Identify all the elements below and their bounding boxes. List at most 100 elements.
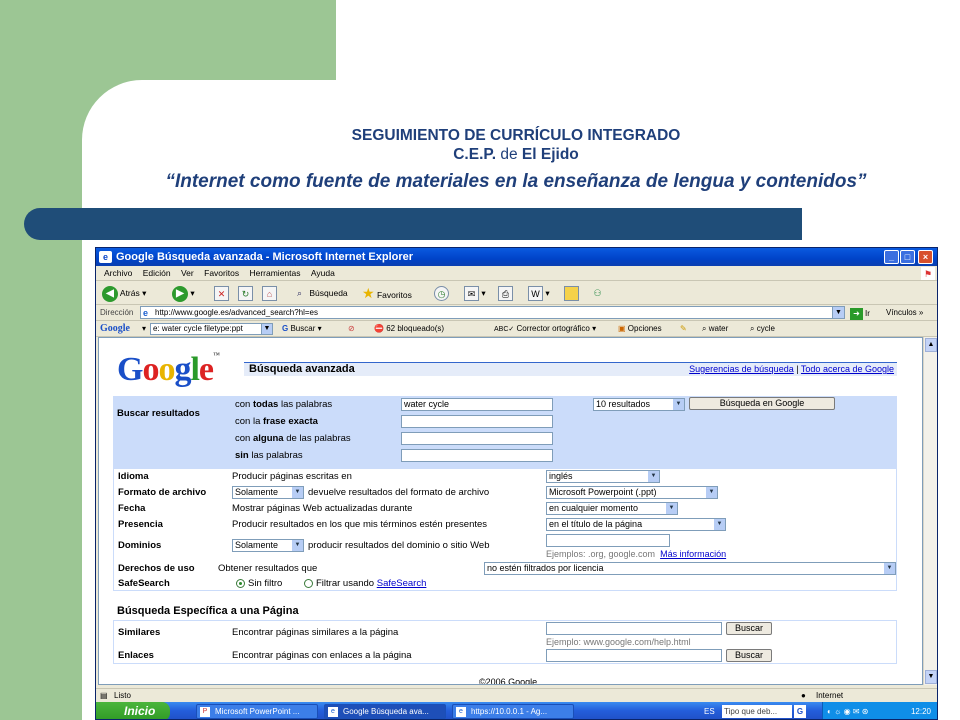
links-button[interactable]: Vínculos » <box>886 305 923 321</box>
links-input[interactable] <box>546 649 722 662</box>
occurrences-select[interactable]: en el título de la página ▼ <box>546 518 726 531</box>
system-tray: ◐ ☼ ◉ ✉ ⊛ 12:20 <box>822 702 937 719</box>
google-toolbar-search-button[interactable]: G Buscar ▾ <box>282 321 322 337</box>
zone-globe-icon: ● <box>801 691 806 700</box>
domain-input[interactable] <box>546 534 670 547</box>
file-format-select[interactable]: Microsoft Powerpoint (.ppt) ▼ <box>546 486 718 499</box>
tray-icon[interactable]: ◐ ☼ ◉ ✉ ⊛ <box>827 702 868 719</box>
options-button[interactable]: ▣ Opciones <box>618 321 662 337</box>
language-label: Idioma <box>118 471 149 482</box>
menu-ver[interactable]: Ver <box>181 268 194 278</box>
safesearch-link[interactable]: SafeSearch <box>377 578 427 589</box>
highlighter-icon[interactable]: ✎ <box>680 321 687 337</box>
date-select[interactable]: en cualquier momento ▼ <box>546 502 678 515</box>
google-toolbar-search-input[interactable]: e: water cycle filetype:ppt <box>150 323 272 335</box>
messenger-button[interactable]: ⚇ <box>590 284 605 302</box>
any-words-input[interactable] <box>401 432 553 445</box>
history-icon: ◷ <box>434 286 449 302</box>
minimize-button[interactable]: _ <box>884 250 899 264</box>
back-button[interactable]: ◀ Atrás ▾ <box>102 284 146 302</box>
chevron-down-icon: ▼ <box>714 519 725 530</box>
page-status-icon: ▤ <box>100 691 108 700</box>
maximize-button[interactable]: □ <box>900 250 915 264</box>
print-button[interactable]: ⎙ <box>498 284 513 302</box>
menu-herramientas[interactable]: Herramientas <box>249 268 300 278</box>
task-https[interactable]: e https://10.0.0.1 - Ag... <box>452 704 574 719</box>
menu-favoritos[interactable]: Favoritos <box>204 268 239 278</box>
language-indicator[interactable]: ES <box>704 702 715 719</box>
usage-rights-label: Derechos de uso <box>118 563 195 574</box>
without-words-input[interactable] <box>401 449 553 462</box>
without-words-label: sin las palabras <box>235 450 303 461</box>
google-g-icon[interactable]: G <box>794 705 806 718</box>
home-icon: ⌂ <box>262 286 277 302</box>
safesearch-off-option[interactable]: Sin filtro <box>236 578 282 590</box>
google-toolbar: Google ▾ e: water cycle filetype:ppt ▼ G… <box>96 321 937 338</box>
address-label: Dirección <box>100 308 134 317</box>
page-specific-box: Similares Encontrar páginas similares a … <box>113 620 897 664</box>
window-titlebar[interactable]: e Google Búsqueda avanzada - Microsoft I… <box>96 248 937 266</box>
domain-mode-select[interactable]: Solamente ▼ <box>232 539 304 552</box>
language-select[interactable]: inglés ▼ <box>546 470 660 483</box>
word-icon: W <box>528 286 543 302</box>
close-button[interactable]: × <box>918 250 933 264</box>
term-water-button[interactable]: ⌕ water <box>702 321 728 337</box>
search-tips-link[interactable]: Sugerencias de búsqueda <box>689 364 794 374</box>
slide-title-line2: C.E.P. de El Ejido <box>453 146 579 163</box>
google-toolbar-dropdown-chevron-icon[interactable]: ▼ <box>261 323 273 335</box>
menu-edicion[interactable]: Edición <box>143 268 171 278</box>
file-format-mode-select[interactable]: Solamente ▼ <box>232 486 304 499</box>
google-g-icon: G <box>282 324 289 333</box>
history-button[interactable]: ◷ <box>434 284 449 302</box>
scroll-down-icon[interactable]: ▼ <box>925 670 937 684</box>
go-button[interactable]: ➜ Ir <box>850 306 880 322</box>
address-dropdown-chevron-icon[interactable]: ▼ <box>832 306 845 319</box>
clock: 12:20 <box>910 707 931 716</box>
folder-button[interactable] <box>564 284 579 302</box>
scroll-up-icon[interactable]: ▲ <box>925 338 937 352</box>
file-format-text: devuelve resultados del formato de archi… <box>308 487 490 498</box>
more-info-link[interactable]: Más información <box>660 549 726 559</box>
abc-check-icon: ABC✓ <box>494 326 515 333</box>
header-links: Sugerencias de búsqueda | Todo acerca de… <box>689 364 894 374</box>
google-search-button[interactable]: Búsqueda en Google <box>689 397 835 410</box>
menu-archivo[interactable]: Archivo <box>104 268 132 278</box>
address-input[interactable]: e http://www.google.es/advanced_search?h… <box>140 306 834 319</box>
task-powerpoint[interactable]: P Microsoft PowerPoint ... <box>196 704 318 719</box>
exact-phrase-label: con la frase exacta <box>235 416 318 427</box>
all-words-input[interactable]: water cycle <box>401 398 553 411</box>
google-toolbar-logo[interactable]: Google <box>100 321 130 337</box>
usage-rights-select[interactable]: no estén filtrados por licencia ▼ <box>484 562 896 575</box>
spellcheck-button[interactable]: ABC✓ Corrector ortográfico ▾ <box>494 321 596 338</box>
task-google-search[interactable]: e Google Búsqueda ava... <box>324 704 446 719</box>
taskbar-search-input[interactable]: Tipo que deb... <box>722 705 792 718</box>
google-toolbar-menu-icon[interactable]: ▾ <box>142 321 146 337</box>
chevron-down-icon: ▼ <box>706 487 717 498</box>
similar-input[interactable] <box>546 622 722 635</box>
edit-button[interactable]: W ▾ <box>528 284 550 302</box>
search-options-box: Idioma Producir páginas escritas en ingl… <box>113 467 897 591</box>
favorites-button[interactable]: ★ Favoritos <box>362 284 412 302</box>
menu-ayuda[interactable]: Ayuda <box>311 268 335 278</box>
home-button[interactable]: ⌂ <box>262 284 277 302</box>
domain-example: Ejemplos: .org, google.com Más informaci… <box>546 549 727 559</box>
search-button[interactable]: ⌕ Búsqueda <box>292 284 348 302</box>
pagerank-icon[interactable]: ⊘ <box>348 321 355 337</box>
vertical-scrollbar[interactable]: ▲ ▼ <box>923 337 937 685</box>
mail-button[interactable]: ✉ ▾ <box>464 284 486 302</box>
refresh-button[interactable]: ↻ <box>238 284 253 302</box>
similar-text: Encontrar páginas similares a la página <box>232 627 399 638</box>
about-google-link[interactable]: Todo acerca de Google <box>801 364 894 374</box>
safesearch-on-option[interactable]: Filtrar usando SafeSearch <box>304 578 426 590</box>
similar-search-button[interactable]: Buscar <box>726 622 772 635</box>
start-button[interactable]: Inicio <box>96 702 170 719</box>
exact-phrase-input[interactable] <box>401 415 553 428</box>
ie-window: e Google Búsqueda avanzada - Microsoft I… <box>95 247 938 720</box>
forward-button[interactable]: ▶ ▾ <box>172 284 195 302</box>
links-search-button[interactable]: Buscar <box>726 649 772 662</box>
slide-blue-band <box>24 208 802 240</box>
popup-blocker-button[interactable]: ⛔ 62 bloqueado(s) <box>374 321 444 337</box>
results-count-select[interactable]: 10 resultados ▼ <box>593 398 685 411</box>
term-cycle-button[interactable]: ⌕ cycle <box>750 321 775 337</box>
stop-button[interactable]: ✕ <box>214 284 229 302</box>
